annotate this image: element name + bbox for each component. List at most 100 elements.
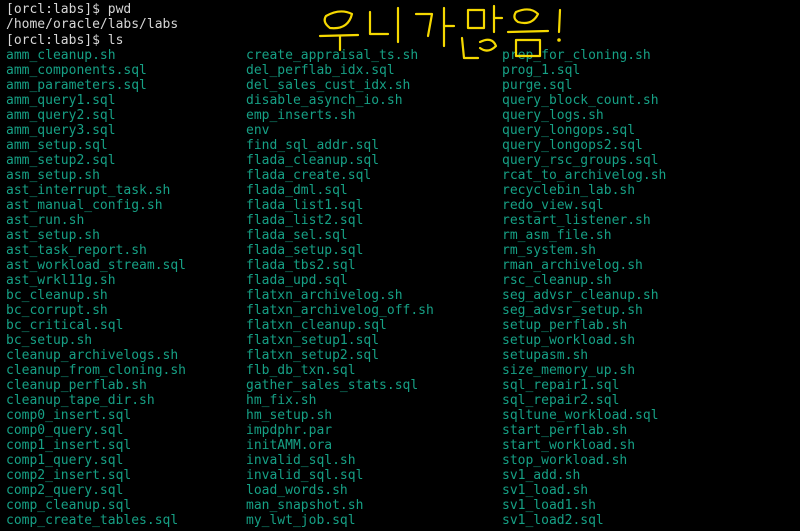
file-entry: stop_workload.sh — [502, 453, 628, 468]
file-entry: flada_list1.sql — [246, 198, 364, 213]
file-entry: sv1_load.sh — [502, 483, 589, 498]
file-entry: amm_setup2.sql — [6, 153, 116, 168]
file-entry: rman_archivelog.sh — [502, 258, 643, 273]
file-entry: amm_setup.sql — [6, 138, 108, 153]
file-entry: bc_critical.sql — [6, 318, 124, 333]
file-entry: asm_setup.sh — [6, 168, 100, 183]
file-entry: query_logs.sh — [502, 108, 604, 123]
file-entry: rm_asm_file.sh — [502, 228, 612, 243]
file-entry: cleanup_archivelogs.sh — [6, 348, 179, 363]
file-entry: gather_sales_stats.sql — [246, 378, 419, 393]
file-entry: setup_workload.sh — [502, 333, 636, 348]
file-entry: recyclebin_lab.sh — [502, 183, 636, 198]
file-entry: ast_run.sh — [6, 213, 85, 228]
file-entry: redo_view.sql — [502, 198, 604, 213]
file-entry: find_sql_addr.sql — [246, 138, 380, 153]
file-entry: seg_advsr_cleanup.sh — [502, 288, 659, 303]
ls-column-3: prep_for_cloning.sh prog_1.sql purge.sql qu… — [502, 48, 666, 528]
handwritten-annotation — [318, 4, 562, 60]
ls-column-1: amm_cleanup.sh amm_components.sql amm_para… — [6, 48, 186, 528]
file-entry: bc_cleanup.sh — [6, 288, 108, 303]
file-entry: flada_create.sql — [246, 168, 372, 183]
file-entry: flatxn_archivelog.sh — [246, 288, 403, 303]
file-entry: size_memory_up.sh — [502, 363, 636, 378]
file-entry: flada_cleanup.sql — [246, 153, 380, 168]
file-entry: comp0_query.sql — [6, 423, 124, 438]
file-entry: sqltune_workload.sql — [502, 408, 659, 423]
file-entry: ast_workload_stream.sql — [6, 258, 187, 273]
file-entry: invalid_sql.sql — [246, 468, 364, 483]
file-entry: start_perflab.sh — [502, 423, 628, 438]
file-entry: setupasm.sh — [502, 348, 589, 363]
file-entry: query_rsc_groups.sql — [502, 153, 659, 168]
file-entry: rcat_to_archivelog.sh — [502, 168, 667, 183]
file-entry: purge.sql — [502, 78, 573, 93]
file-entry: restart_listener.sh — [502, 213, 651, 228]
file-entry: flatxn_setup2.sql — [246, 348, 380, 363]
file-entry: bc_setup.sh — [6, 333, 93, 348]
file-entry: seg_advsr_setup.sh — [502, 303, 643, 318]
file-entry: comp2_query.sql — [6, 483, 124, 498]
file-entry: amm_components.sql — [6, 63, 147, 78]
file-entry: man_snapshot.sh — [246, 498, 364, 513]
file-entry: ast_interrupt_task.sh — [6, 183, 171, 198]
file-entry: invalid_sql.sh — [246, 453, 356, 468]
prompt-ls-command: [orcl:labs]$ ls — [6, 33, 124, 48]
file-entry: hm_setup.sh — [246, 408, 333, 423]
file-entry: disable_asynch_io.sh — [246, 93, 403, 108]
file-entry: emp_inserts.sh — [246, 108, 356, 123]
file-entry: flb_db_txn.sql — [246, 363, 356, 378]
file-entry: my_lwt_job.sql — [246, 513, 356, 528]
file-entry: sv1_load1.sh — [502, 498, 596, 513]
file-entry: impdphr.par — [246, 423, 333, 438]
file-entry: cleanup_tape_dir.sh — [6, 393, 155, 408]
file-entry: initAMM.ora — [246, 438, 333, 453]
file-entry: query_longops.sql — [502, 123, 636, 138]
file-entry: comp0_insert.sql — [6, 408, 132, 423]
file-entry: flada_upd.sql — [246, 273, 348, 288]
file-entry: hm_fix.sh — [246, 393, 317, 408]
file-entry: rm_system.sh — [502, 243, 596, 258]
file-entry: sv1_add.sh — [502, 468, 581, 483]
file-entry: rsc_cleanup.sh — [502, 273, 612, 288]
file-entry: cleanup_perflab.sh — [6, 378, 147, 393]
file-entry: flatxn_cleanup.sql — [246, 318, 387, 333]
file-entry: comp1_query.sql — [6, 453, 124, 468]
prompt-pwd-command: [orcl:labs]$ pwd — [6, 2, 132, 17]
ls-column-2: create_appraisal_ts.sh del_perflab_idx.sq… — [246, 48, 434, 528]
file-entry: flatxn_setup1.sql — [246, 333, 380, 348]
file-entry: env — [246, 123, 270, 138]
file-entry: flada_list2.sql — [246, 213, 364, 228]
file-entry: flada_dml.sql — [246, 183, 348, 198]
terminal-window[interactable]: [orcl:labs]$ pwd /home/oracle/labs/labs … — [0, 0, 800, 531]
file-entry: ast_wrkl11g.sh — [6, 273, 116, 288]
file-entry: cleanup_from_cloning.sh — [6, 363, 187, 378]
file-entry: comp2_insert.sql — [6, 468, 132, 483]
file-entry: amm_cleanup.sh — [6, 48, 116, 63]
file-entry: del_sales_cust_idx.sh — [246, 78, 411, 93]
file-entry: query_block_count.sh — [502, 93, 659, 108]
file-entry: bc_corrupt.sh — [6, 303, 108, 318]
file-entry: flada_setup.sql — [246, 243, 364, 258]
file-entry: amm_parameters.sql — [6, 78, 147, 93]
file-entry: comp_create_tables.sql — [6, 513, 179, 528]
file-entry: flada_tbs2.sql — [246, 258, 356, 273]
file-entry: sql_repair1.sql — [502, 378, 620, 393]
file-entry: flatxn_archivelog_off.sh — [246, 303, 434, 318]
file-entry: amm_query3.sql — [6, 123, 116, 138]
file-entry: amm_query1.sql — [6, 93, 116, 108]
file-entry: query_longops2.sql — [502, 138, 643, 153]
file-entry: load_words.sh — [246, 483, 348, 498]
pwd-output: /home/oracle/labs/labs — [6, 17, 179, 32]
file-entry: flada_sel.sql — [246, 228, 348, 243]
file-entry: sql_repair2.sql — [502, 393, 620, 408]
file-entry: ast_manual_config.sh — [6, 198, 163, 213]
file-entry: ast_task_report.sh — [6, 243, 147, 258]
file-entry: sv1_load2.sql — [502, 513, 604, 528]
file-entry: comp1_insert.sql — [6, 438, 132, 453]
file-entry: setup_perflab.sh — [502, 318, 628, 333]
file-entry: start_workload.sh — [502, 438, 636, 453]
file-entry: amm_query2.sql — [6, 108, 116, 123]
file-entry: comp_cleanup.sql — [6, 498, 132, 513]
file-entry: ast_setup.sh — [6, 228, 100, 243]
